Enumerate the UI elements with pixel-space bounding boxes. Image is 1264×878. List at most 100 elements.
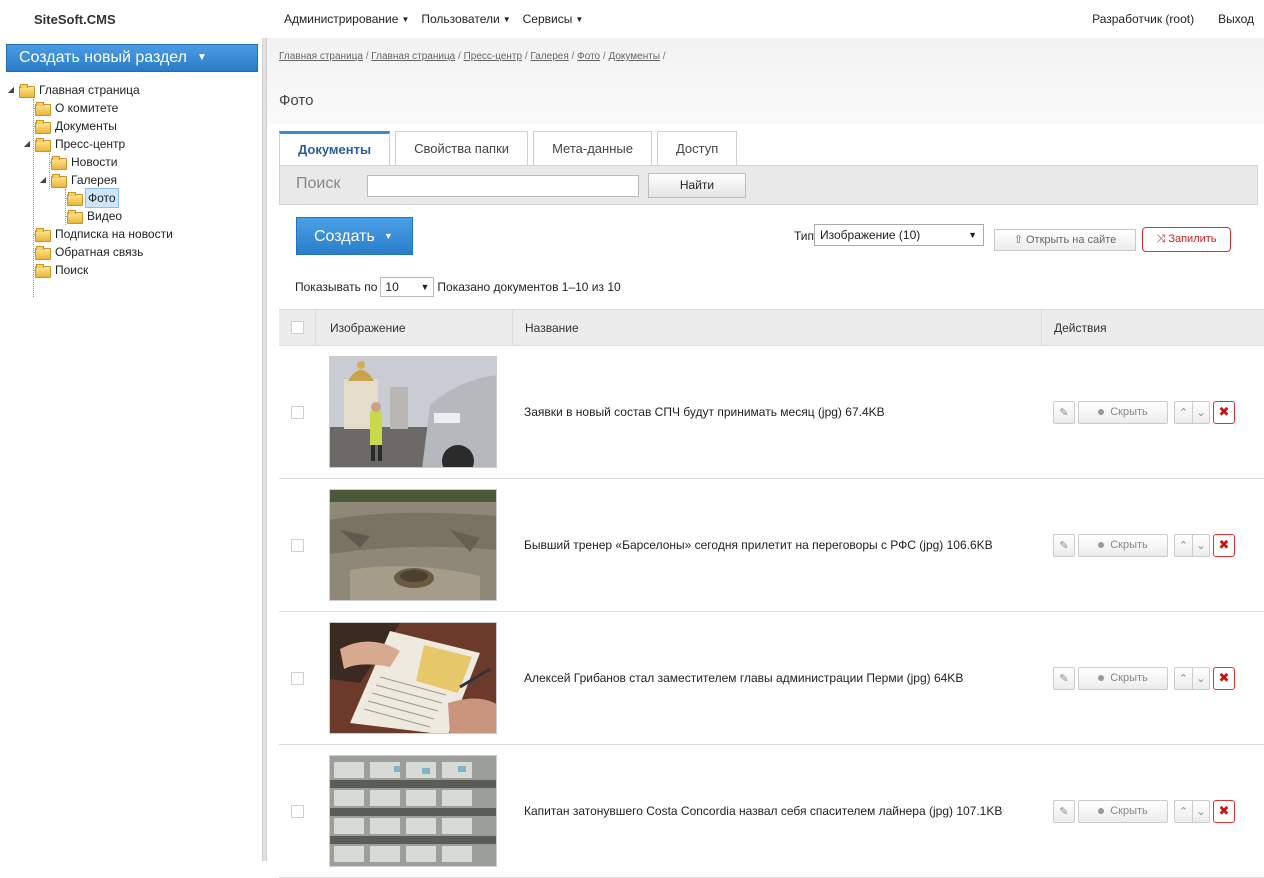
user-name-link[interactable]: Разработчик (root)	[1092, 12, 1194, 26]
edit-icon[interactable]: ✎	[1053, 666, 1075, 690]
menu-administration[interactable]: Администрирование ▼	[284, 12, 409, 26]
type-select-value: Изображение (10)	[820, 228, 921, 242]
header-name[interactable]: Название	[512, 310, 1041, 345]
move-down-icon[interactable]: ⌄	[1192, 799, 1210, 823]
tree-item-press-center[interactable]: ◢ Пресс-центр	[22, 135, 127, 153]
search-input[interactable]	[367, 175, 639, 197]
row-checkbox[interactable]	[290, 405, 304, 419]
create-section-button[interactable]: Создать новый раздел ▼	[6, 44, 258, 72]
row-checkbox[interactable]	[290, 538, 304, 552]
header-image[interactable]: Изображение	[315, 310, 512, 345]
move-up-icon[interactable]: ⌃	[1174, 533, 1192, 557]
caret-down-icon: ▼	[575, 15, 584, 24]
folder-icon	[35, 245, 51, 260]
app-logo[interactable]: SiteSoft.CMS	[0, 12, 262, 27]
menu-label: Сервисы	[522, 12, 573, 26]
type-select[interactable]: Изображение (10) ▼	[814, 224, 984, 246]
row-checkbox[interactable]	[290, 671, 304, 685]
breadcrumb-link[interactable]: Галерея	[530, 51, 568, 62]
row-checkbox[interactable]	[290, 804, 304, 818]
search-button[interactable]: Найти	[648, 173, 746, 198]
tree-item-label: Обратная связь	[55, 245, 144, 259]
delete-icon[interactable]: ✖	[1213, 799, 1235, 823]
delete-icon[interactable]: ✖	[1213, 666, 1235, 690]
row-title[interactable]: Заявки в новый состав СПЧ будут принимат…	[512, 346, 1041, 478]
tree-item-documents[interactable]: Документы	[22, 117, 119, 135]
hide-button[interactable]: Скрыть	[1078, 799, 1168, 823]
search-label: Поиск	[296, 175, 341, 192]
tree-item-about[interactable]: О комитете	[22, 99, 120, 117]
move-up-icon[interactable]: ⌃	[1174, 400, 1192, 424]
thumbnail-image[interactable]	[329, 755, 497, 867]
tab-access[interactable]: Доступ	[656, 131, 738, 165]
header-actions: Действия	[1041, 310, 1264, 345]
dropdown-arrow-icon: ▼	[420, 282, 430, 292]
thumbnail-image[interactable]	[329, 622, 497, 734]
tree-item-search[interactable]: Поиск	[22, 261, 90, 279]
hide-button[interactable]: Скрыть	[1078, 666, 1168, 690]
row-title[interactable]: Алексей Грибанов стал заместителем главы…	[512, 612, 1041, 744]
tree-item-gallery[interactable]: ◢ Галерея	[38, 171, 119, 189]
menu-users[interactable]: Пользователи ▼	[421, 12, 510, 26]
caret-down-icon: ▼	[502, 15, 511, 24]
breadcrumb-link[interactable]: Главная страница	[279, 51, 363, 62]
delete-icon[interactable]: ✖	[1213, 533, 1235, 557]
top-bar: SiteSoft.CMS Администрирование ▼ Пользова…	[0, 0, 1264, 38]
tree-item-news[interactable]: Новости	[38, 153, 119, 171]
tree-item-home[interactable]: ◢ Главная страница	[6, 81, 142, 99]
dropdown-arrow-icon: ▼	[968, 230, 977, 240]
move-down-icon[interactable]: ⌄	[1192, 400, 1210, 424]
expand-toggle-icon[interactable]: ◢	[22, 135, 32, 153]
row-title[interactable]: Капитан затонувшего Costa Concordia назв…	[512, 745, 1041, 877]
open-on-site-button[interactable]: ⇧ Открыть на сайте	[994, 229, 1136, 251]
create-section-label: Создать новый раздел	[19, 49, 188, 66]
pin-button[interactable]: ⤨ Запилить	[1142, 227, 1231, 252]
main-content: Главная страница / Главная страница / Пр…	[267, 38, 1264, 878]
move-down-icon[interactable]: ⌄	[1192, 666, 1210, 690]
folder-icon	[35, 137, 51, 152]
breadcrumb-link[interactable]: Пресс-центр	[464, 51, 522, 62]
delete-icon[interactable]: ✖	[1213, 400, 1235, 424]
logout-link[interactable]: Выход	[1218, 12, 1254, 26]
breadcrumb-link[interactable]: Фото	[577, 51, 600, 62]
row-actions: ✎ Скрыть ⌃ ⌄ ✖	[1041, 612, 1264, 744]
menu-services[interactable]: Сервисы ▼	[523, 12, 584, 26]
per-page-select[interactable]: 10 ▼	[380, 277, 435, 297]
hide-button[interactable]: Скрыть	[1078, 533, 1168, 557]
thumbnail-image[interactable]	[329, 489, 497, 601]
edit-icon[interactable]: ✎	[1053, 533, 1075, 557]
hide-label: Скрыть	[1110, 406, 1148, 418]
type-label: Тип	[794, 229, 815, 243]
tree-item-subscription[interactable]: Подписка на новости	[22, 225, 175, 243]
tab-folder-properties[interactable]: Свойства папки	[395, 131, 529, 165]
row-image-cell	[315, 346, 512, 478]
edit-icon[interactable]: ✎	[1053, 400, 1075, 424]
caret-down-icon: ▼	[197, 52, 207, 63]
create-button[interactable]: Создать ▼	[296, 217, 413, 255]
tree-item-photo[interactable]: Фото	[54, 188, 119, 208]
row-checkbox-cell	[279, 346, 315, 478]
tree-item-video[interactable]: Видео	[54, 207, 124, 225]
select-all-checkbox[interactable]	[290, 321, 304, 334]
thumbnail-image[interactable]	[329, 356, 497, 468]
breadcrumb-link[interactable]: Главная страница	[371, 51, 455, 62]
hide-button[interactable]: Скрыть	[1078, 400, 1168, 424]
row-title[interactable]: Бывший тренер «Барселоны» сегодня прилет…	[512, 479, 1041, 611]
folder-icon	[51, 155, 67, 170]
tree-item-feedback[interactable]: Обратная связь	[22, 243, 145, 261]
status-dot-icon	[1098, 808, 1105, 814]
expand-toggle-icon[interactable]: ◢	[6, 81, 16, 99]
tree-item-label: Поиск	[55, 263, 89, 277]
move-up-icon[interactable]: ⌃	[1174, 666, 1192, 690]
move-up-icon[interactable]: ⌃	[1174, 799, 1192, 823]
breadcrumb-link[interactable]: Документы	[608, 51, 660, 62]
tab-documents[interactable]: Документы	[279, 131, 391, 165]
tab-metadata[interactable]: Мета-данные	[533, 131, 652, 165]
table-row: Заявки в новый состав СПЧ будут принимат…	[279, 346, 1264, 479]
breadcrumb: Главная страница / Главная страница / Пр…	[279, 51, 666, 62]
expand-toggle-icon[interactable]: ◢	[38, 171, 48, 189]
documents-grid: Изображение Название Действия Заявки в н…	[279, 309, 1264, 878]
folder-icon	[67, 191, 83, 206]
edit-icon[interactable]: ✎	[1053, 799, 1075, 823]
move-down-icon[interactable]: ⌄	[1192, 533, 1210, 557]
